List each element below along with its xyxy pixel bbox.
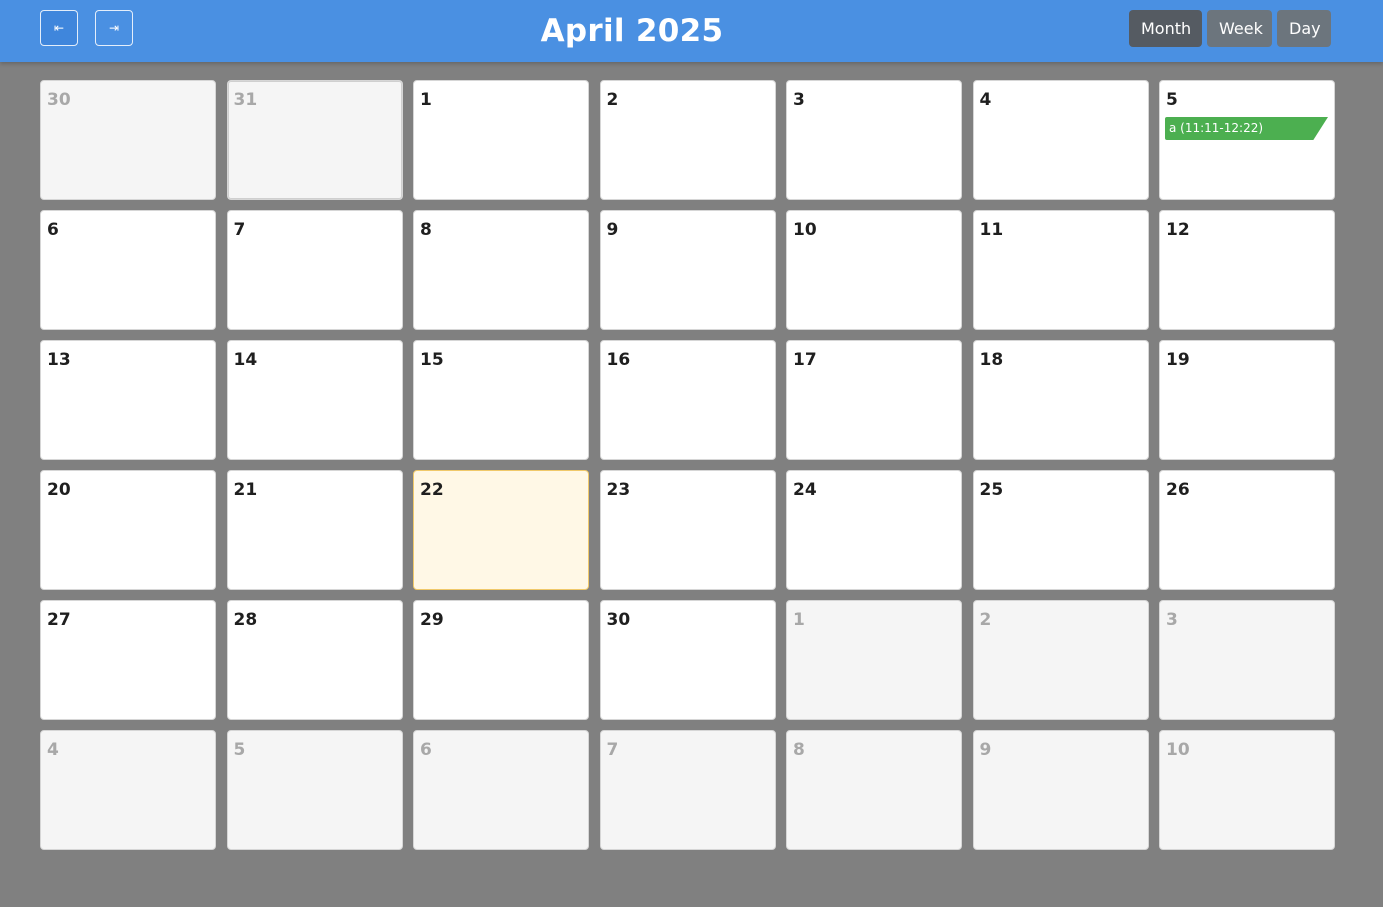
day-cell[interactable]: 8 — [786, 730, 962, 850]
day-cell[interactable]: 10 — [1159, 730, 1335, 850]
day-number: 7 — [606, 740, 619, 760]
day-cell[interactable]: 1 — [786, 600, 962, 720]
day-number: 19 — [1166, 350, 1190, 370]
day-number: 11 — [979, 220, 1004, 240]
day-cell[interactable]: 3 — [786, 80, 962, 200]
day-cell[interactable]: 30 — [599, 600, 776, 720]
day-number: 31 — [233, 90, 258, 110]
day-number: 9 — [606, 220, 619, 240]
day-number: 18 — [979, 350, 1004, 370]
day-number: 4 — [47, 740, 59, 760]
day-cell[interactable]: 5 — [226, 730, 403, 850]
day-number: 20 — [47, 480, 71, 500]
day-number: 21 — [233, 480, 258, 500]
day-number: 30 — [606, 610, 631, 630]
calendar-event[interactable]: a (11:11-12:22) — [1165, 117, 1328, 140]
day-cell[interactable]: 2 — [599, 80, 776, 200]
day-cell[interactable]: 17 — [786, 340, 962, 460]
day-view-button[interactable]: Day — [1277, 10, 1331, 47]
day-number: 2 — [606, 90, 619, 110]
day-cell[interactable]: 9 — [972, 730, 1149, 850]
day-cell[interactable]: 20 — [40, 470, 216, 590]
day-cell[interactable]: 12 — [1159, 210, 1335, 330]
day-number: 6 — [47, 220, 59, 240]
day-cell[interactable]: 26 — [1159, 470, 1335, 590]
day-number: 14 — [233, 350, 258, 370]
day-cell[interactable]: 4 — [40, 730, 216, 850]
day-cell[interactable]: 6 — [40, 210, 216, 330]
day-number: 5 — [1166, 90, 1178, 110]
day-cell[interactable]: 8 — [413, 210, 589, 330]
day-cell[interactable]: 25 — [972, 470, 1149, 590]
week-view-button[interactable]: Week — [1207, 10, 1272, 47]
day-cell[interactable]: 18 — [972, 340, 1149, 460]
day-cell[interactable]: 21 — [226, 470, 403, 590]
day-number: 26 — [1166, 480, 1190, 500]
day-cell[interactable]: 27 — [40, 600, 216, 720]
day-number: 17 — [793, 350, 817, 370]
day-number: 16 — [606, 350, 631, 370]
day-cell[interactable]: 1 — [413, 80, 589, 200]
day-number: 9 — [979, 740, 992, 760]
day-number: 8 — [420, 220, 432, 240]
day-number: 1 — [793, 610, 805, 630]
calendar-header: ⇤ ⇥ April 2025 Month Week Day — [0, 0, 1383, 62]
day-number: 13 — [47, 350, 71, 370]
day-number: 30 — [47, 90, 71, 110]
day-cell[interactable]: 30 — [40, 80, 216, 200]
day-number: 10 — [793, 220, 817, 240]
day-cell[interactable]: 24 — [786, 470, 962, 590]
day-number: 27 — [47, 610, 71, 630]
day-number: 2 — [979, 610, 992, 630]
day-number: 15 — [420, 350, 444, 370]
day-number: 28 — [233, 610, 258, 630]
day-number: 24 — [793, 480, 817, 500]
day-cell[interactable]: 29 — [413, 600, 589, 720]
day-number: 8 — [793, 740, 805, 760]
day-cell[interactable]: 16 — [599, 340, 776, 460]
day-number: 22 — [420, 480, 444, 500]
day-cell[interactable]: 4 — [972, 80, 1149, 200]
day-cell[interactable]: 23 — [599, 470, 776, 590]
day-number: 29 — [420, 610, 444, 630]
day-cell[interactable]: 10 — [786, 210, 962, 330]
day-number: 12 — [1166, 220, 1190, 240]
day-number: 3 — [793, 90, 805, 110]
day-cell[interactable]: 6 — [413, 730, 589, 850]
day-cell[interactable]: 11 — [972, 210, 1149, 330]
month-view-button[interactable]: Month — [1129, 10, 1202, 47]
day-number: 23 — [606, 480, 631, 500]
day-cell[interactable]: 28 — [226, 600, 403, 720]
day-cell[interactable]: 7 — [599, 730, 776, 850]
day-number: 25 — [979, 480, 1004, 500]
day-number: 3 — [1166, 610, 1178, 630]
day-number: 6 — [420, 740, 432, 760]
day-cell[interactable]: 31 — [226, 80, 403, 200]
day-number: 10 — [1166, 740, 1190, 760]
day-cell[interactable]: 7 — [226, 210, 403, 330]
day-cell[interactable]: 14 — [226, 340, 403, 460]
day-cell[interactable]: 2 — [972, 600, 1149, 720]
day-cell[interactable]: 13 — [40, 340, 216, 460]
page-title: April 2025 — [540, 13, 724, 49]
day-number: 7 — [233, 220, 246, 240]
day-cell[interactable]: 3 — [1159, 600, 1335, 720]
day-number: 5 — [233, 740, 246, 760]
day-cell-today[interactable]: 22 — [413, 470, 589, 590]
day-number: 1 — [420, 90, 432, 110]
day-number: 4 — [979, 90, 992, 110]
day-cell[interactable]: 15 — [413, 340, 589, 460]
day-cell[interactable]: 9 — [599, 210, 776, 330]
month-grid: 30 31 1 2 3 4 5 a (11:11-12:22) 6 7 8 9 10 11 12 13 14 15… — [40, 80, 1335, 850]
day-cell[interactable]: 19 — [1159, 340, 1335, 460]
day-cell[interactable]: 5 a (11:11-12:22) — [1159, 80, 1335, 200]
